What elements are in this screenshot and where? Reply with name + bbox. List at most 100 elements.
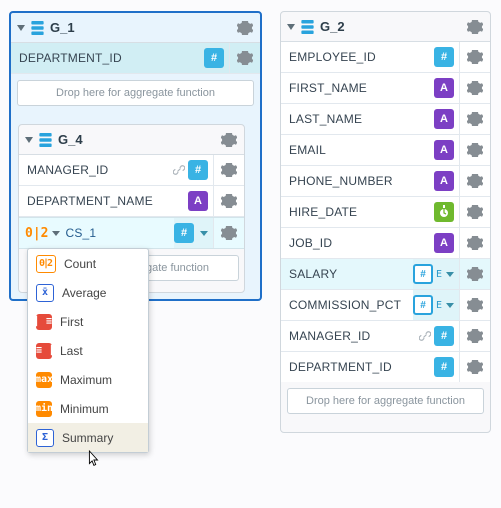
column-row[interactable]: COMMISSION_PCT#E	[281, 290, 490, 321]
column-row[interactable]: SALARY#E	[281, 259, 490, 290]
menu-item-sum[interactable]: ΣSummary	[28, 423, 148, 452]
chevron-down-icon[interactable]	[52, 231, 60, 236]
column-label: MANAGER_ID	[27, 163, 175, 177]
aggregate-drop-zone[interactable]: Drop here for aggregate function	[17, 80, 254, 106]
column-label: DEPARTMENT_NAME	[27, 194, 188, 208]
column-label: DEPARTMENT_ID	[19, 51, 204, 65]
menu-item-label: Summary	[62, 431, 113, 445]
column-label: EMPLOYEE_ID	[289, 50, 434, 64]
menu-item-min[interactable]: minMinimum	[28, 394, 148, 423]
gear-icon[interactable]	[221, 225, 237, 241]
group-g2[interactable]: G_2 EMPLOYEE_ID#FIRST_NAMEALAST_NAMEAEMA…	[280, 11, 491, 433]
column-row[interactable]: PHONE_NUMBERA	[281, 166, 490, 197]
column-row[interactable]: JOB_IDA	[281, 228, 490, 259]
type-dropdown-icon[interactable]	[446, 303, 454, 308]
group-title: G_1	[50, 20, 230, 35]
column-row[interactable]: EMAILA	[281, 135, 490, 166]
pointer-cursor-icon	[84, 449, 102, 471]
column-row[interactable]: LAST_NAMEA	[281, 104, 490, 135]
aggregate-drop-zone-truncated[interactable]: gate function	[139, 255, 239, 281]
gear-icon[interactable]	[467, 235, 483, 251]
format-e-label: E	[436, 269, 441, 280]
type-number-formula-icon[interactable]: #	[413, 264, 433, 284]
column-label: EMAIL	[289, 143, 434, 157]
collapse-toggle-icon[interactable]	[287, 24, 295, 30]
type-string-icon[interactable]: A	[434, 233, 454, 253]
type-string-icon[interactable]: A	[434, 171, 454, 191]
column-label: LAST_NAME	[289, 112, 434, 126]
type-number-icon[interactable]: #	[174, 223, 194, 243]
gear-icon[interactable]	[221, 193, 237, 209]
group-title: G_4	[58, 132, 214, 147]
sigma-icon: 0|2	[25, 226, 48, 241]
avg-icon: x̄	[36, 284, 54, 302]
menu-item-max[interactable]: maxMaximum	[28, 365, 148, 394]
type-number-icon[interactable]: #	[188, 160, 208, 180]
column-label: FIRST_NAME	[289, 81, 434, 95]
type-number-icon[interactable]: #	[434, 357, 454, 377]
type-string-icon[interactable]: A	[434, 140, 454, 160]
column-row[interactable]: EMPLOYEE_ID#	[281, 42, 490, 73]
gear-icon[interactable]	[467, 328, 483, 344]
column-label: DEPARTMENT_ID	[289, 360, 434, 374]
gear-icon[interactable]	[467, 49, 483, 65]
type-number-icon[interactable]: #	[434, 326, 454, 346]
type-number-formula-icon[interactable]: #	[413, 295, 433, 315]
type-dropdown-icon[interactable]	[200, 231, 208, 236]
gear-icon[interactable]	[467, 173, 483, 189]
column-label: HIRE_DATE	[289, 205, 434, 219]
column-row[interactable]: HIRE_DATE	[281, 197, 490, 228]
menu-item-first[interactable]: ⎸≡First	[28, 307, 148, 336]
last-icon: ≡⎹	[36, 343, 52, 359]
menu-item-count[interactable]: 0|2Count	[28, 249, 148, 278]
menu-item-label: First	[60, 315, 83, 329]
column-row-department-id[interactable]: DEPARTMENT_ID #	[11, 43, 260, 74]
computed-column-row[interactable]: 0|2 CS_1 #	[19, 217, 244, 249]
type-string-icon[interactable]: A	[434, 78, 454, 98]
dataset-icon	[31, 21, 44, 35]
gear-icon[interactable]	[221, 162, 237, 178]
column-row[interactable]: MANAGER_ID #	[281, 321, 490, 352]
group-header[interactable]: G_4	[19, 125, 244, 155]
column-row-manager-id[interactable]: MANAGER_ID #	[19, 155, 244, 186]
menu-item-label: Last	[60, 344, 83, 358]
gear-icon[interactable]	[221, 132, 237, 148]
format-e-label: E	[436, 300, 441, 311]
gear-icon[interactable]	[237, 20, 253, 36]
gear-icon[interactable]	[467, 19, 483, 35]
column-row[interactable]: FIRST_NAMEA	[281, 73, 490, 104]
menu-item-avg[interactable]: x̄Average	[28, 278, 148, 307]
type-number-icon[interactable]: #	[434, 47, 454, 67]
computed-column-label: CS_1	[65, 226, 174, 240]
gear-icon[interactable]	[467, 204, 483, 220]
collapse-toggle-icon[interactable]	[17, 25, 25, 31]
type-string-icon[interactable]: A	[434, 109, 454, 129]
dataset-icon	[301, 20, 314, 34]
group-title: G_2	[320, 19, 460, 34]
column-label: PHONE_NUMBER	[289, 174, 434, 188]
gear-icon[interactable]	[467, 80, 483, 96]
menu-item-last[interactable]: ≡⎹ Last	[28, 336, 148, 365]
type-string-icon[interactable]: A	[188, 191, 208, 211]
group-header[interactable]: G_1	[11, 13, 260, 43]
column-label: MANAGER_ID	[289, 329, 421, 343]
gear-icon[interactable]	[467, 266, 483, 282]
aggregate-drop-zone[interactable]: Drop here for aggregate function	[287, 388, 484, 414]
type-dropdown-icon[interactable]	[446, 272, 454, 277]
type-number-icon[interactable]: #	[204, 48, 224, 68]
group-header[interactable]: G_2	[281, 12, 490, 42]
column-row[interactable]: DEPARTMENT_ID#	[281, 352, 490, 382]
count-icon: 0|2	[36, 255, 56, 273]
type-date-icon[interactable]	[434, 202, 454, 222]
collapse-toggle-icon[interactable]	[25, 137, 33, 143]
aggregate-context-menu: 0|2Countx̄Average⎸≡First ≡⎹ Last maxMaximum…	[27, 248, 149, 453]
column-row-department-name[interactable]: DEPARTMENT_NAME A	[19, 186, 244, 217]
gear-icon[interactable]	[467, 142, 483, 158]
gear-icon[interactable]	[237, 50, 253, 66]
link-icon	[173, 164, 185, 176]
stage: G_1 DEPARTMENT_ID # Drop here for aggreg…	[0, 0, 501, 508]
menu-item-label: Maximum	[60, 373, 112, 387]
gear-icon[interactable]	[467, 297, 483, 313]
gear-icon[interactable]	[467, 359, 483, 375]
gear-icon[interactable]	[467, 111, 483, 127]
